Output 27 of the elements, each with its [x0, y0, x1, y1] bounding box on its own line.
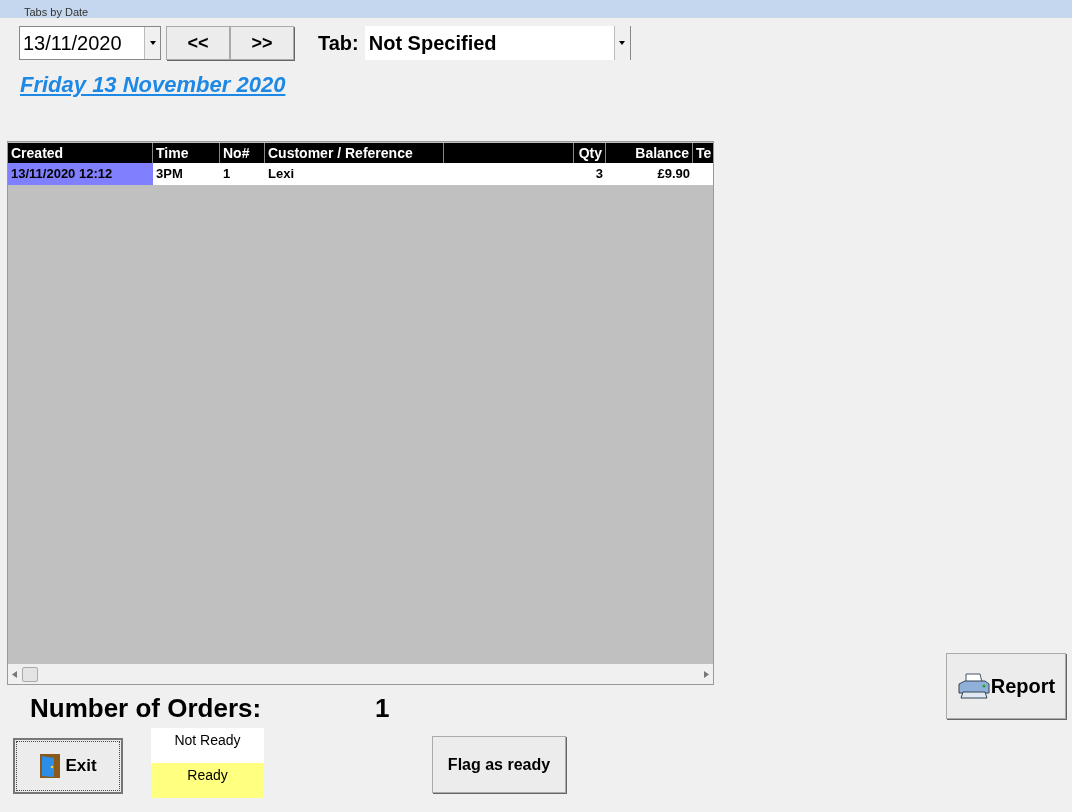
status-legend-item: Not Ready [151, 728, 264, 763]
dropdown-caret-icon[interactable] [144, 27, 160, 59]
report-button[interactable]: Report [946, 653, 1066, 719]
nav-button[interactable]: >> [230, 26, 294, 60]
table-cell: 13/11/2020 12:12 [8, 163, 153, 185]
table-cell-text: £9.90 [656, 165, 691, 183]
date-dropdown[interactable]: 13/11/2020 [19, 26, 161, 60]
printer-icon [956, 672, 991, 700]
tab-label: Tab: [318, 31, 359, 56]
table-cell-text: 3 [594, 165, 604, 183]
scroll-left-icon[interactable] [12, 670, 17, 678]
exit-button[interactable]: Exit [13, 738, 123, 794]
order-count-value: 1 [375, 691, 390, 725]
horizontal-scrollbar[interactable] [8, 664, 713, 684]
order-count-label: Number of Orders: [30, 691, 263, 725]
door-icon [39, 753, 62, 779]
table-cell-text: Lexi [267, 165, 295, 183]
tab-dropdown[interactable]: Not Specified [364, 26, 631, 60]
window-title: Tabs by Date [24, 6, 89, 18]
table-row[interactable]: 13/11/2020 12:12 3PM 1 Lexi 3 £9.90 [8, 163, 713, 185]
table-cell-text: 3PM [155, 165, 184, 183]
table-cell-text: 1 [222, 165, 232, 183]
status-legend-item: Ready [151, 763, 264, 798]
scroll-thumb[interactable] [22, 666, 38, 682]
flag-as-ready-button[interactable]: Flag as ready [432, 736, 566, 793]
scroll-right-icon[interactable] [704, 670, 709, 678]
nav-button[interactable]: << [166, 26, 230, 60]
